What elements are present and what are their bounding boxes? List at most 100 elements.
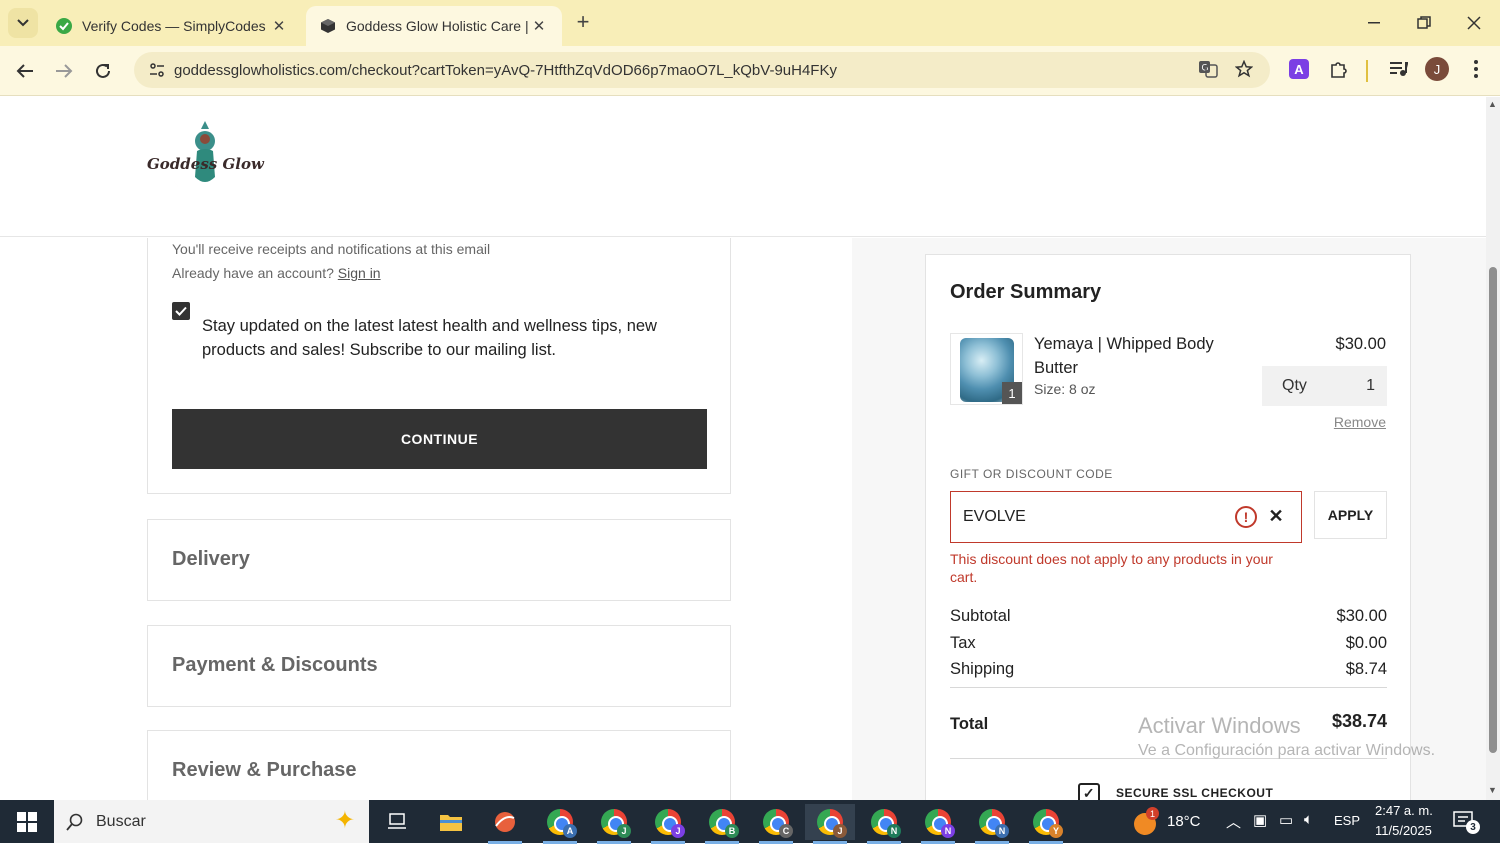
- remove-item-link[interactable]: Remove: [1334, 414, 1386, 430]
- chrome-window-j2[interactable]: J: [643, 804, 693, 844]
- scroll-up-icon[interactable]: ▲: [1488, 99, 1497, 109]
- quantity-badge: 1: [1002, 382, 1022, 404]
- scroll-down-icon[interactable]: ▼: [1488, 785, 1497, 795]
- new-tab-button[interactable]: +: [570, 10, 596, 36]
- site-header: Goddess Glow: [0, 97, 1486, 237]
- shipping-label: Shipping: [950, 660, 1015, 678]
- minimize-button[interactable]: [1354, 8, 1394, 38]
- file-explorer-button[interactable]: [426, 804, 476, 840]
- media-controls-button[interactable]: [1383, 54, 1413, 84]
- simplycodes-favicon-icon: [56, 18, 72, 34]
- profile-button[interactable]: J: [1422, 54, 1452, 84]
- account-prompt-text: Already have an account?: [172, 265, 334, 281]
- chrome-window-j1[interactable]: J: [589, 804, 639, 844]
- tax-value: $0.00: [1345, 634, 1387, 652]
- address-bar[interactable]: goddessglowholistics.com/checkout?cartTo…: [134, 52, 1270, 88]
- forward-button[interactable]: [49, 56, 79, 86]
- step-review-purchase[interactable]: Review & Purchase: [147, 730, 731, 800]
- toolbar-divider: [1366, 60, 1368, 82]
- extensions-button[interactable]: [1324, 54, 1354, 84]
- tab-simplycodes[interactable]: Verify Codes — SimplyCodes ✕: [42, 6, 302, 46]
- apply-discount-button[interactable]: APPLY: [1314, 491, 1387, 539]
- arrow-right-icon: [56, 64, 73, 78]
- translate-button[interactable]: G: [1193, 54, 1223, 84]
- chrome-window-n2[interactable]: N: [913, 804, 963, 844]
- clear-code-icon[interactable]: ✕: [1265, 505, 1287, 527]
- tab-title: Goddess Glow Holistic Care | Se: [346, 18, 530, 34]
- shipping-value: $8.74: [1345, 660, 1387, 678]
- error-icon: !: [1235, 506, 1257, 528]
- quantity-stepper[interactable]: Qty 1: [1262, 366, 1387, 406]
- reload-icon: [96, 63, 110, 78]
- sign-in-link[interactable]: Sign in: [338, 265, 381, 281]
- volume-icon[interactable]: 🔈︎: [1304, 811, 1313, 828]
- tab-goddess-glow[interactable]: Goddess Glow Holistic Care | Se ✕: [306, 6, 562, 46]
- network-icon[interactable]: ▭: [1279, 811, 1293, 829]
- quantity-label: Qty: [1282, 377, 1307, 394]
- profile-badge: N: [887, 824, 901, 838]
- clock-date[interactable]: 11/5/2025: [1375, 823, 1432, 838]
- language-indicator[interactable]: ESP: [1334, 813, 1360, 828]
- back-button[interactable]: [10, 56, 40, 86]
- account-prompt: Already have an account? Sign in: [172, 265, 381, 281]
- secure-checkout-label: SECURE SSL CHECKOUT: [1116, 786, 1274, 800]
- totals-divider: [950, 687, 1387, 688]
- receipt-note: You'll receive receipts and notification…: [172, 241, 491, 257]
- taskbar-search[interactable]: Buscar ✦: [54, 800, 369, 843]
- chrome-window-c[interactable]: C: [751, 804, 801, 844]
- start-button[interactable]: [0, 800, 54, 843]
- bookmark-button[interactable]: [1229, 54, 1259, 84]
- checkout-page: Goddess Glow You'll receive receipts and…: [0, 97, 1486, 800]
- chevron-down-icon: [17, 19, 29, 27]
- task-view-button[interactable]: [372, 804, 422, 840]
- contact-section: You'll receive receipts and notification…: [147, 238, 731, 494]
- chrome-window-j3[interactable]: J: [805, 804, 855, 844]
- reload-button[interactable]: [88, 56, 118, 86]
- chrome-window-b[interactable]: B: [697, 804, 747, 844]
- chevron-up-icon[interactable]: ︿: [1226, 811, 1241, 832]
- checkmark-icon: [175, 306, 187, 316]
- sparkle-icon: ✦: [334, 807, 355, 834]
- meet-now-icon[interactable]: ▣: [1253, 811, 1267, 829]
- extension-a-button[interactable]: A: [1284, 54, 1314, 84]
- scrollbar-thumb[interactable]: [1489, 267, 1497, 753]
- goddess-glow-logo[interactable]: Goddess Glow: [143, 117, 264, 211]
- app-icon: [495, 812, 515, 832]
- discount-code-field[interactable]: ! ✕: [950, 491, 1302, 543]
- restore-button[interactable]: [1404, 8, 1444, 38]
- order-summary-title: Order Summary: [950, 281, 1102, 303]
- weather-widget[interactable]: 1: [1132, 807, 1159, 835]
- total-label: Total: [950, 715, 989, 733]
- newsletter-label[interactable]: Stay updated on the latest latest health…: [202, 314, 672, 362]
- close-window-button[interactable]: [1454, 8, 1494, 38]
- close-tab-icon[interactable]: ✕: [270, 17, 288, 35]
- discount-code-input[interactable]: [963, 508, 1213, 526]
- step-payment-discounts[interactable]: Payment & Discounts: [147, 625, 731, 707]
- profile-badge: N: [995, 824, 1009, 838]
- close-tab-icon[interactable]: ✕: [530, 17, 548, 35]
- more-vertical-icon: [1474, 60, 1478, 78]
- app-button[interactable]: [480, 804, 530, 844]
- chrome-window-n3[interactable]: N: [967, 804, 1017, 844]
- url-text[interactable]: goddessglowholistics.com/checkout?cartTo…: [174, 62, 1270, 79]
- chrome-window-n1[interactable]: N: [859, 804, 909, 844]
- site-settings-icon[interactable]: [140, 62, 174, 78]
- browser-menu-button[interactable]: [1461, 54, 1491, 84]
- continue-button[interactable]: CONTINUE: [172, 409, 707, 469]
- clock-time[interactable]: 2:47 a. m.: [1375, 803, 1433, 818]
- product-name: Yemaya | Whipped Body Butter: [1034, 335, 1214, 377]
- puzzle-icon: [1331, 62, 1347, 78]
- step-delivery[interactable]: Delivery: [147, 519, 731, 601]
- notification-count: 3: [1466, 820, 1480, 834]
- page-scrollbar[interactable]: ▲ ▼: [1486, 97, 1500, 800]
- task-view-icon: [388, 813, 406, 829]
- quantity-value[interactable]: 1: [1366, 377, 1375, 395]
- weather-temperature[interactable]: 18°C: [1167, 813, 1201, 830]
- product-size: Size: 8 oz: [1034, 381, 1096, 397]
- folder-icon: [440, 815, 462, 831]
- notification-center-button[interactable]: 3: [1452, 810, 1482, 834]
- newsletter-checkbox[interactable]: [172, 302, 190, 320]
- chrome-window-a[interactable]: A: [535, 804, 585, 844]
- chrome-window-y[interactable]: Y: [1021, 804, 1071, 844]
- tab-search-button[interactable]: [8, 8, 38, 38]
